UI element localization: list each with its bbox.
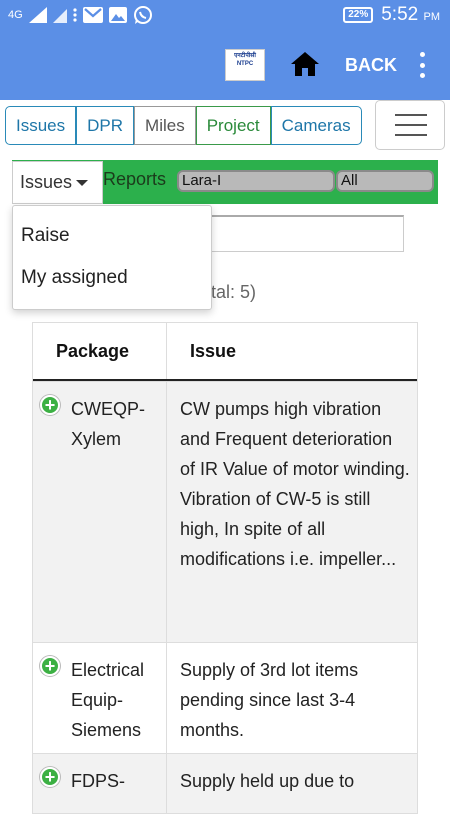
column-header-package: Package bbox=[56, 341, 130, 361]
caret-down-icon bbox=[76, 180, 89, 187]
tab-project[interactable]: Project bbox=[195, 106, 271, 145]
dropdown-label: Issues bbox=[20, 172, 73, 192]
table-header: Package Issue bbox=[33, 323, 417, 381]
tab-issues[interactable]: Issues bbox=[5, 106, 77, 145]
total-count: tal: 5) bbox=[211, 282, 257, 302]
gmail-icon bbox=[82, 7, 103, 23]
expand-plus-icon[interactable]: + bbox=[40, 395, 60, 415]
signal-icon bbox=[28, 7, 47, 23]
filter-select[interactable]: All bbox=[336, 170, 434, 192]
issues-table: Package Issue + CWEQP-Xylem CW pumps hig… bbox=[32, 322, 418, 814]
hamburger-menu-button[interactable] bbox=[375, 100, 445, 150]
issues-dropdown-menu: Raise My assigned bbox=[12, 205, 212, 310]
package-cell: CWEQP-Xylem bbox=[71, 399, 145, 449]
search-input[interactable] bbox=[210, 215, 404, 252]
more-icon bbox=[73, 8, 77, 22]
overflow-menu-icon[interactable] bbox=[416, 52, 428, 78]
tab-bar: Issues DPR Miles Project Cameras bbox=[5, 106, 362, 145]
expand-plus-icon[interactable]: + bbox=[40, 656, 60, 676]
clock: 5:52 PM bbox=[381, 4, 440, 25]
project-select[interactable]: Lara-I bbox=[177, 170, 335, 192]
table-row[interactable]: + Electrical Equip-Siemens Supply of 3rd… bbox=[33, 642, 417, 753]
ntpc-logo: एनटीपीसी NTPC bbox=[225, 49, 265, 81]
home-icon[interactable] bbox=[290, 51, 320, 77]
issue-cell: CW pumps high vibration and Frequent det… bbox=[180, 399, 410, 569]
issue-cell: Supply held up due to bbox=[180, 771, 355, 791]
tab-dpr[interactable]: DPR bbox=[76, 106, 135, 145]
tab-cameras[interactable]: Cameras bbox=[270, 106, 362, 145]
whatsapp-icon bbox=[133, 6, 152, 24]
status-bar: 4G 22% 5:52 PM bbox=[0, 0, 450, 30]
issues-dropdown-toggle[interactable]: Issues bbox=[12, 161, 103, 204]
battery-indicator: 22% bbox=[343, 7, 374, 23]
menu-item-my-assigned[interactable]: My assigned bbox=[21, 267, 128, 289]
table-row[interactable]: + FDPS- Supply held up due to bbox=[33, 753, 417, 813]
app-bar: एनटीपीसी NTPC BACK bbox=[0, 30, 450, 100]
package-cell: Electrical Equip-Siemens bbox=[71, 660, 145, 740]
menu-item-raise[interactable]: Raise bbox=[21, 225, 70, 247]
issue-cell: Supply of 3rd lot items pending since la… bbox=[180, 660, 359, 740]
expand-plus-icon[interactable]: + bbox=[40, 767, 60, 787]
image-icon bbox=[108, 7, 127, 23]
signal-icon-2 bbox=[52, 9, 67, 23]
tab-miles[interactable]: Miles bbox=[134, 106, 196, 145]
package-cell: FDPS- bbox=[71, 771, 125, 791]
table-row[interactable]: + CWEQP-Xylem CW pumps high vibration an… bbox=[33, 381, 417, 642]
reports-link[interactable]: Reports bbox=[103, 169, 166, 190]
network-type: 4G bbox=[8, 9, 23, 21]
back-button[interactable]: BACK bbox=[345, 55, 397, 76]
column-header-issue: Issue bbox=[190, 341, 237, 361]
